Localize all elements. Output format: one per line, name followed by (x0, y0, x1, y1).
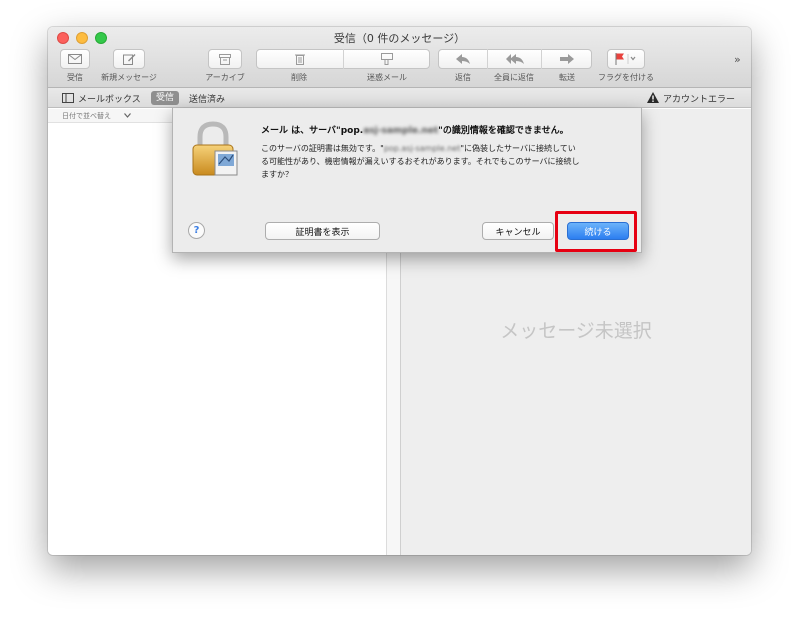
account-error-label[interactable]: アカウントエラー (663, 92, 735, 105)
highlight-annotation (555, 211, 637, 252)
compose-icon (122, 54, 135, 65)
title-bar: 受信（0 件のメッセージ） 受信 新規メッセージ アーカイブ 削除 迷惑メール … (48, 27, 751, 88)
sent-favorite[interactable]: 送信済み (189, 92, 225, 105)
new-message-label: 新規メッセージ (101, 73, 157, 82)
toolbar-overflow-icon[interactable]: » (734, 53, 741, 66)
inbox-favorite[interactable]: 受信 (151, 91, 180, 105)
junk-button[interactable] (344, 49, 430, 69)
delete-button[interactable] (256, 49, 343, 69)
new-message-button[interactable] (113, 49, 145, 69)
window-title: 受信（0 件のメッセージ） (333, 32, 466, 45)
thumbs-down-icon (381, 53, 393, 65)
envelope-icon (68, 54, 82, 64)
mail-window: 受信（0 件のメッセージ） 受信 新規メッセージ アーカイブ 削除 迷惑メール … (48, 27, 751, 555)
reply-label: 返信 (455, 73, 471, 82)
archive-button[interactable] (208, 49, 242, 69)
no-message-selected-label: メッセージ未選択 (500, 320, 652, 342)
archive-icon (219, 53, 231, 65)
junk-label: 迷惑メール (367, 73, 407, 82)
dialog-message-line-3: ますか？ (261, 170, 293, 179)
dialog-body-blurred-host: pop.asj-sample.net (383, 144, 461, 153)
forward-button[interactable] (542, 49, 592, 69)
trash-icon (294, 54, 305, 65)
forward-label: 転送 (559, 73, 575, 82)
reply-all-button[interactable] (488, 49, 541, 69)
dialog-body-prefix: このサーバの証明書は無効です。" (261, 144, 384, 153)
reply-all-label: 全員に返信 (494, 73, 534, 82)
delete-label: 削除 (291, 73, 307, 82)
show-certificate-button[interactable]: 証明書を表示 (265, 222, 380, 240)
mailboxes-button[interactable]: メールボックス (78, 92, 141, 105)
reply-all-arrow-icon (505, 54, 524, 64)
reply-button[interactable] (438, 49, 487, 69)
warning-icon (647, 92, 659, 103)
forward-arrow-icon (560, 54, 574, 64)
lock-certificate-icon (192, 121, 238, 176)
dialog-message-line-2: る可能性があり、機密情報が漏えいするおそれがあります。それでもこのサーバに接続し (261, 157, 580, 166)
help-button[interactable]: ? (188, 222, 205, 239)
dialog-body-suffix: "に偽装したサーバに接続してい (460, 144, 576, 153)
get-mail-label: 受信 (67, 73, 83, 82)
favorites-bar: メールボックス 受信 送信済み アカウントエラー (48, 88, 751, 108)
dialog-title-suffix: "の識別情報を確認できません。 (438, 126, 569, 136)
sidebar-icon[interactable] (62, 93, 74, 103)
sort-by-date-label[interactable]: 日付で並べ替え (62, 111, 111, 121)
flag-label: フラグを付ける (598, 73, 654, 82)
dialog-message-line-1: このサーバの証明書は無効です。"pop.asj-sample.net"に偽装した… (261, 142, 619, 155)
archive-label: アーカイブ (205, 73, 245, 82)
dialog-title-blurred-host: asj-sample.net (363, 126, 439, 136)
reply-arrow-icon (455, 54, 470, 64)
flag-icon (615, 53, 636, 65)
get-mail-button[interactable] (60, 49, 90, 69)
flag-button[interactable] (607, 49, 645, 69)
dialog-message: このサーバの証明書は無効です。"pop.asj-sample.net"に偽装した… (261, 142, 619, 181)
cancel-button[interactable]: キャンセル (482, 222, 554, 240)
dialog-title: メール は、サーバ"pop.asj-sample.net"の識別情報を確認できま… (261, 123, 633, 136)
dialog-title-prefix: メール は、サーバ"pop. (261, 126, 364, 136)
chevron-down-icon[interactable] (124, 113, 131, 118)
